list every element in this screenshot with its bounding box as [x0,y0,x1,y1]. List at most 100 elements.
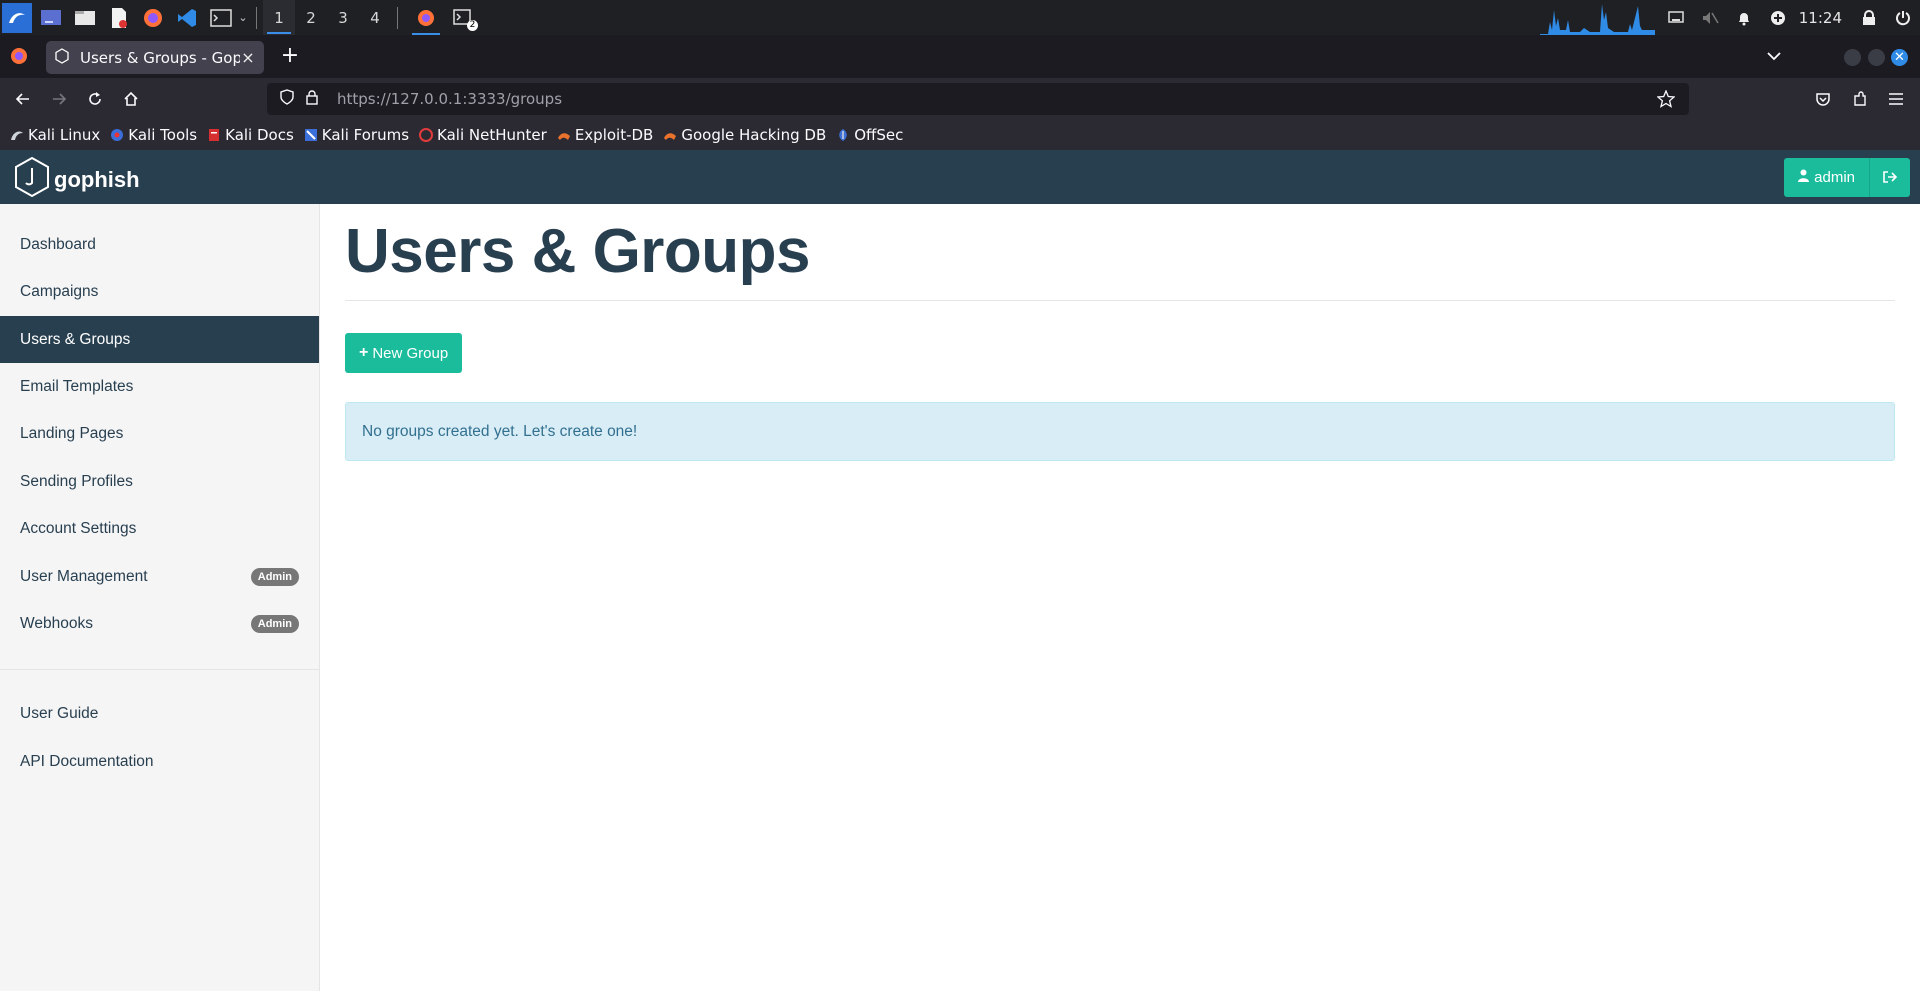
desktop-icon[interactable] [36,3,66,33]
launcher-dropdown-icon[interactable]: ⌄ [236,11,250,24]
browser-nav-bar: https://127.0.0.1:3333/groups [0,78,1920,120]
firefox-view-icon[interactable] [10,47,28,69]
tracking-protection-icon[interactable] [279,89,295,109]
workspace-label: 4 [370,8,380,27]
sidebar-item-landing-pages[interactable]: Landing Pages [0,410,319,457]
sidebar-item-label: Sending Profiles [20,472,133,490]
terminal-launcher-icon[interactable] [206,3,236,33]
sidebar-item-label: Dashboard [20,235,96,253]
bookmark-google-hacking-db[interactable]: Google Hacking DB [663,126,826,144]
sidebar-item-dashboard[interactable]: Dashboard [0,221,319,268]
sidebar-item-label: Webhooks [20,614,93,632]
nethunter-icon [419,128,434,142]
maximize-window-button[interactable] [1868,49,1885,66]
firefox-launcher-icon[interactable] [138,3,168,33]
offsec-icon [836,128,850,142]
forward-button[interactable] [46,86,72,112]
power-icon[interactable] [1886,0,1920,35]
tab-users-groups[interactable]: Users & Groups - Gophish × [46,41,264,74]
close-tab-icon[interactable]: × [240,48,256,67]
sidebar-item-label: Email Templates [20,377,134,395]
logout-button[interactable] [1870,158,1910,197]
sidebar-item-campaigns[interactable]: Campaigns [0,268,319,315]
list-all-tabs-icon[interactable] [1766,47,1782,66]
kali-tools-icon [110,128,124,142]
tab-title: Users & Groups - Gophish [80,48,240,67]
sidebar-item-email-templates[interactable]: Email Templates [0,363,319,410]
ghdb-icon [663,128,677,142]
new-group-button[interactable]: + New Group [345,333,463,373]
sidebar-item-user-management[interactable]: User Management Admin [0,553,319,600]
notification-bell-icon[interactable] [1727,0,1761,35]
volume-muted-icon[interactable] [1693,0,1727,35]
kali-menu-icon[interactable] [2,2,32,33]
url-host: https://127.0.0.1 [337,90,463,108]
sidebar-item-account-settings[interactable]: Account Settings [0,505,319,552]
bookmark-kali-forums[interactable]: Kali Forums [304,126,409,144]
sidebar-item-webhooks[interactable]: Webhooks Admin [0,600,319,647]
workspace-label: 1 [274,8,284,27]
sidebar-item-user-guide[interactable]: User Guide [0,690,319,737]
bookmark-exploit-db[interactable]: Exploit-DB [557,126,653,144]
sidebar-item-api-documentation[interactable]: API Documentation [0,738,319,785]
sidebar-item-label: Users & Groups [20,330,131,348]
extensions-icon[interactable] [1847,86,1873,112]
display-icon[interactable] [1659,0,1693,35]
workspace-4[interactable]: 4 [359,0,391,35]
sidebar-item-sending-profiles[interactable]: Sending Profiles [0,458,319,505]
exploit-db-icon [557,128,571,142]
bookmark-label: Kali Docs [225,126,294,144]
bookmark-kali-nethunter[interactable]: Kali NetHunter [419,126,547,144]
firefox-window-button[interactable] [408,3,444,35]
kali-forums-icon [304,128,318,142]
bookmark-star-icon[interactable] [1656,89,1676,112]
text-editor-icon[interactable] [104,3,134,33]
bookmark-label: Kali Linux [28,126,101,144]
pocket-icon[interactable] [1810,86,1836,112]
vpn-status-icon[interactable] [1761,0,1795,35]
bookmark-label: Kali NetHunter [437,126,547,144]
empty-state-alert: No groups created yet. Let's create one! [345,402,1895,461]
bookmark-kali-linux[interactable]: Kali Linux [10,126,100,144]
sidebar: Dashboard Campaigns Users & Groups Email… [0,204,320,991]
bookmark-kali-docs[interactable]: Kali Docs [207,126,294,144]
sidebar-item-users-groups[interactable]: Users & Groups [0,316,319,363]
sidebar-divider [0,669,319,670]
new-group-label: New Group [372,344,449,362]
vscode-icon[interactable] [172,3,202,33]
url-text[interactable]: https://127.0.0.1:3333/groups [337,90,562,108]
minimize-window-button[interactable] [1844,49,1861,66]
app-menu-icon[interactable] [1883,86,1909,112]
admin-user-button[interactable]: admin [1784,158,1870,197]
url-path: :3333/groups [462,90,563,108]
workspace-3[interactable]: 3 [327,0,359,35]
close-window-button[interactable]: ✕ [1891,49,1908,66]
admin-badge: Admin [250,614,299,633]
kali-docs-icon [207,128,221,142]
cpu-graph-icon [1539,0,1655,35]
file-manager-icon[interactable] [70,3,100,33]
url-bar[interactable]: https://127.0.0.1:3333/groups [267,83,1689,115]
brand-link[interactable]: gophish [14,156,140,204]
kali-dragon-icon [10,128,24,142]
home-button[interactable] [118,86,144,112]
sidebar-item-label: Landing Pages [20,424,124,442]
clock[interactable]: 11:24 [1799,9,1842,27]
back-button[interactable] [10,86,36,112]
workspace-1[interactable]: 1 [263,0,295,35]
new-tab-button[interactable]: + [278,45,302,69]
bookmark-kali-tools[interactable]: Kali Tools [110,126,197,144]
reload-button[interactable] [82,86,108,112]
bookmark-offsec[interactable]: OffSec [836,126,903,144]
bookmarks-toolbar: Kali Linux Kali Tools Kali Docs Kali For… [0,120,1920,150]
admin-badge: Admin [250,567,299,586]
gophish-favicon-icon [54,47,70,68]
workspace-2[interactable]: 2 [295,0,327,35]
admin-user-label: admin [1814,169,1855,186]
lock-screen-icon[interactable] [1852,0,1886,35]
bookmark-label: Google Hacking DB [681,126,827,144]
terminal-window-button[interactable]: 2 [448,3,478,33]
site-lock-icon[interactable] [305,89,319,109]
plus-icon: + [359,344,369,361]
brand-name: gophish [54,167,140,192]
